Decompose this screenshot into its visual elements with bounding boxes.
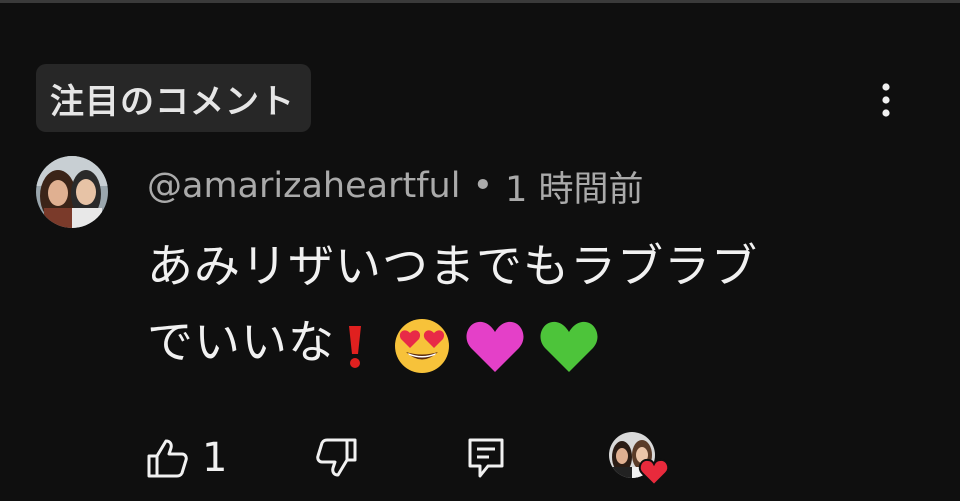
pinned-comment-chip-label: 注目のコメント — [50, 81, 295, 122]
comment-panel: 注目のコメント @amarizaheartful • 1 時間前 あみリザいつま… — [0, 0, 960, 501]
more-vert-icon — [882, 83, 890, 117]
comment-actions: 1 — [0, 430, 960, 486]
like-button[interactable]: 1 — [146, 430, 227, 486]
comment-text-line-2: でいいな — [147, 304, 907, 380]
top-divider — [0, 0, 960, 3]
author-avatar-image — [36, 156, 108, 228]
more-options-button[interactable] — [866, 78, 906, 122]
comment-timestamp[interactable]: 1 時間前 — [505, 161, 643, 212]
green-heart-emoji-icon — [540, 321, 598, 372]
comment-text-line-2-text: でいいな — [147, 315, 335, 369]
exclamation-mark-icon — [349, 325, 361, 368]
comment-text-line-1: あみリザいつまでもラブラブ — [147, 239, 758, 293]
dislike-button[interactable] — [316, 430, 358, 486]
author-handle[interactable]: @amarizaheartful — [147, 166, 460, 206]
creator-heart — [608, 431, 670, 487]
comment-meta: @amarizaheartful • 1 時間前 — [147, 161, 644, 212]
creator-heart-avatar-icon — [609, 432, 670, 487]
reply-comment-icon — [468, 438, 504, 478]
meta-separator: • — [472, 166, 494, 206]
thumbs-up-icon — [147, 439, 188, 478]
heart-eyes-emoji-icon — [395, 318, 449, 373]
thumbs-down-icon — [316, 438, 357, 477]
comment-body: あみリザいつまでもラブラブ でいいな — [147, 228, 907, 380]
pink-heart-emoji-icon — [466, 321, 524, 372]
reply-button[interactable] — [466, 430, 506, 486]
author-avatar[interactable] — [36, 156, 108, 228]
pinned-comment-chip[interactable]: 注目のコメント — [36, 64, 311, 132]
like-count: 1 — [202, 435, 228, 481]
